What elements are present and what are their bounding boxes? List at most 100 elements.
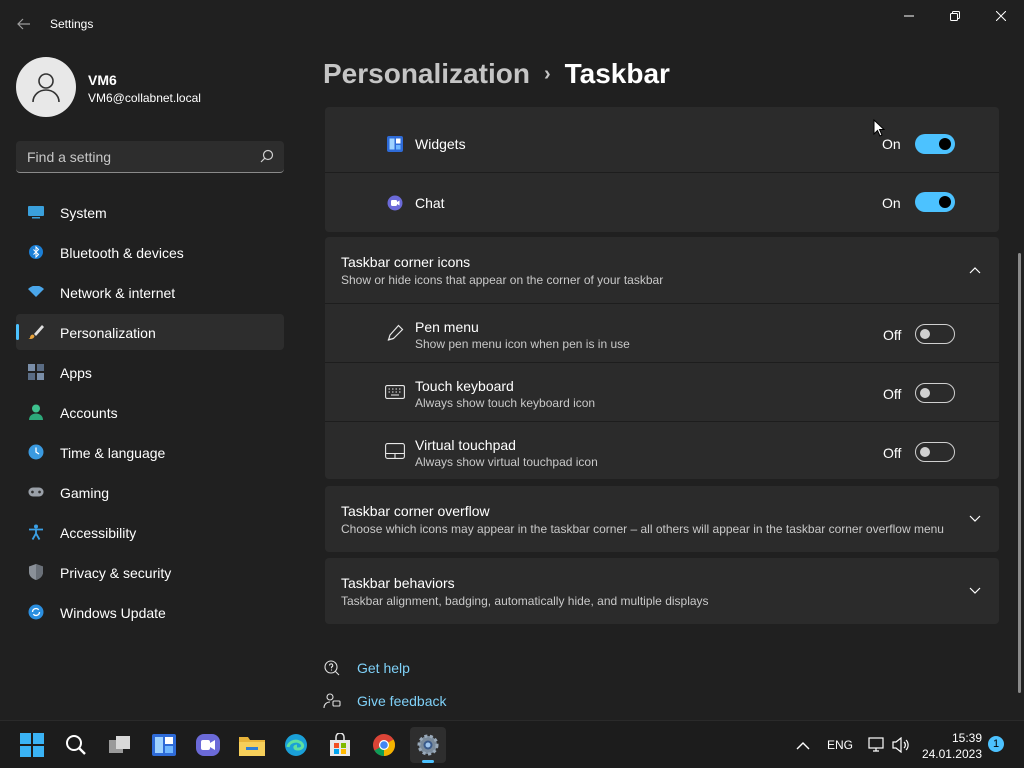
close-button[interactable] [978, 0, 1024, 32]
apps-icon [28, 364, 44, 380]
clock-icon [28, 444, 44, 460]
sidebar-item-accounts[interactable]: Accounts [16, 394, 284, 430]
touch-keyboard-toggle[interactable] [915, 383, 955, 403]
start-icon [20, 733, 44, 757]
language-indicator[interactable]: ENG [827, 721, 853, 768]
sidebar-item-accessibility[interactable]: Accessibility [16, 514, 284, 550]
sidebar-item-apps[interactable]: Apps [16, 354, 284, 390]
accounts-icon [28, 404, 44, 420]
chevron-down-icon[interactable] [967, 583, 983, 599]
widgets-state: On [882, 136, 901, 152]
volume-icon [892, 737, 909, 753]
chevron-down-icon[interactable] [967, 511, 983, 527]
sidebar-item-gaming[interactable]: Gaming [16, 474, 284, 510]
breadcrumb: Personalization › Taskbar [323, 58, 670, 90]
sidebar-item-label: Network & internet [60, 285, 176, 301]
page-title: Taskbar [564, 58, 670, 89]
virtual-touchpad-title: Virtual touchpad [415, 437, 516, 453]
sidebar-item-label: Time & language [60, 445, 166, 461]
taskbar-items-card [325, 107, 999, 232]
virtual-touchpad-toggle[interactable] [915, 442, 955, 462]
pen-menu-subtitle: Show pen menu icon when pen is in use [415, 337, 630, 351]
network-button[interactable] [868, 721, 886, 768]
toggle-knob [939, 138, 951, 150]
toggle-knob [920, 388, 930, 398]
toggle-knob [920, 329, 930, 339]
widgets-toggle[interactable] [915, 134, 955, 154]
search-input[interactable]: Find a setting [16, 141, 284, 173]
touch-keyboard-subtitle: Always show touch keyboard icon [415, 396, 596, 410]
back-button[interactable] [8, 10, 40, 38]
chat-button[interactable] [190, 727, 226, 763]
sidebar-item-label: Personalization [60, 325, 156, 341]
pen-menu-toggle[interactable] [915, 324, 955, 344]
divider [325, 303, 999, 304]
sidebar-item-windows-update[interactable]: Windows Update [16, 594, 284, 630]
chevron-up-icon [796, 741, 810, 749]
file-explorer-button[interactable] [234, 727, 270, 763]
start-button[interactable] [14, 727, 50, 763]
touchpad-icon [385, 441, 405, 461]
chrome-button[interactable] [366, 727, 402, 763]
sidebar-item-privacy[interactable]: Privacy & security [16, 554, 284, 590]
sidebar-item-label: Accessibility [60, 525, 137, 541]
task-view-button[interactable] [102, 727, 138, 763]
update-icon [28, 604, 44, 620]
restore-button[interactable] [932, 0, 978, 32]
corner-overflow-card[interactable] [325, 486, 999, 552]
search-icon [66, 735, 86, 755]
avatar [16, 57, 76, 117]
sidebar-item-network[interactable]: Network & internet [16, 274, 284, 310]
chat-icon [385, 193, 405, 213]
corner-icons-title[interactable]: Taskbar corner icons [341, 254, 470, 270]
network-icon [868, 737, 884, 752]
keyboard-icon [385, 382, 405, 402]
user-email: VM6@collabnet.local [88, 91, 201, 105]
shield-icon [28, 564, 44, 580]
settings-button[interactable] [410, 727, 446, 763]
system-icon [28, 204, 44, 220]
minimize-icon [904, 15, 914, 17]
help-icon [324, 660, 340, 676]
divider [325, 172, 999, 173]
os-taskbar: ENG 15:39 24.01.2023 [0, 720, 1024, 768]
breadcrumb-parent[interactable]: Personalization [323, 58, 530, 89]
restore-icon [950, 11, 960, 21]
notification-badge[interactable]: 1 [988, 736, 1004, 752]
scrollbar-thumb[interactable] [1018, 253, 1021, 693]
clock[interactable]: 15:39 24.01.2023 [922, 730, 982, 762]
store-icon [330, 733, 350, 756]
chevron-up-icon[interactable] [967, 262, 983, 278]
sidebar-nav: System Bluetooth & devices Network & int… [16, 194, 284, 634]
corner-overflow-subtitle: Choose which icons may appear in the tas… [341, 522, 944, 536]
store-button[interactable] [322, 727, 358, 763]
give-feedback-link[interactable]: Give feedback [357, 693, 447, 709]
sidebar-item-time-language[interactable]: Time & language [16, 434, 284, 470]
edge-button[interactable] [278, 727, 314, 763]
back-arrow-icon [17, 18, 30, 30]
sidebar-item-label: Apps [60, 365, 92, 381]
gamepad-icon [28, 484, 44, 500]
pen-menu-state: Off [883, 327, 902, 343]
toggle-knob [939, 196, 951, 208]
sidebar-item-system[interactable]: System [16, 194, 284, 230]
tray-overflow-button[interactable] [796, 721, 810, 768]
taskbar-search-button[interactable] [58, 727, 94, 763]
sidebar-item-personalization[interactable]: Personalization [16, 314, 284, 350]
user-profile[interactable]: VM6 VM6@collabnet.local [16, 57, 286, 117]
chat-state: On [882, 195, 901, 211]
corner-overflow-title: Taskbar corner overflow [341, 503, 490, 519]
widgets-button[interactable] [146, 727, 182, 763]
chat-toggle[interactable] [915, 192, 955, 212]
virtual-touchpad-subtitle: Always show virtual touchpad icon [415, 455, 598, 469]
settings-icon [417, 734, 439, 756]
get-help-link[interactable]: Get help [357, 660, 410, 676]
user-name: VM6 [88, 72, 117, 88]
volume-button[interactable] [892, 721, 910, 768]
minimize-button[interactable] [886, 0, 932, 32]
mouse-cursor-icon [873, 119, 885, 137]
edge-icon [285, 734, 307, 756]
sidebar-item-bluetooth[interactable]: Bluetooth & devices [16, 234, 284, 270]
behaviors-card[interactable] [325, 558, 999, 624]
app-title: Settings [50, 17, 94, 31]
